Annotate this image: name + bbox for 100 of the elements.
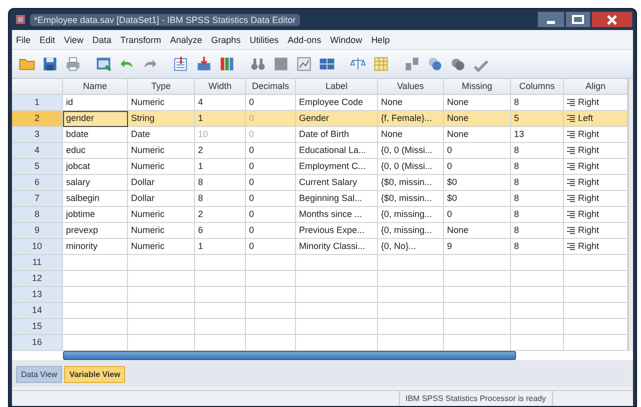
table-cell: Current Salary [296, 175, 378, 191]
row-number[interactable]: 8 [12, 207, 63, 223]
empty-cell [246, 255, 296, 271]
table-cell: None [444, 223, 511, 239]
menu-item[interactable]: Data [92, 34, 112, 44]
empty-cell [246, 319, 296, 335]
row-number[interactable]: 7 [12, 191, 63, 207]
row-number[interactable]: 13 [12, 287, 63, 303]
maximize-button[interactable] [565, 11, 591, 28]
column-header[interactable]: Type [128, 79, 195, 95]
table-cell: 0 [246, 239, 296, 255]
table-cell: {0, missing... [378, 223, 444, 239]
row-number[interactable]: 6 [12, 175, 63, 191]
column-header[interactable]: Values [378, 79, 444, 95]
row-number[interactable]: 1 [12, 95, 63, 111]
empty-cell [511, 255, 564, 271]
menu-item[interactable]: Transform [120, 34, 162, 44]
align-icon [567, 147, 575, 154]
menu-item[interactable]: Analyze [170, 34, 202, 44]
table-cell: {0, 0 (Missi... [378, 159, 444, 175]
corner-cell[interactable] [12, 79, 63, 95]
table-cell: 0 [444, 159, 511, 175]
table-cell: 2 [195, 143, 246, 159]
table-cell: Numeric [128, 207, 195, 223]
row-number[interactable]: 10 [12, 239, 63, 255]
menu-item[interactable]: Help [371, 34, 390, 44]
view-tab[interactable]: Variable View [64, 366, 126, 383]
table-cell-text: Right [578, 208, 600, 221]
row-number[interactable]: 3 [12, 127, 63, 143]
table-cell: 1 [195, 111, 246, 127]
minimize-button[interactable] [537, 11, 565, 28]
menu-item[interactable]: Window [330, 34, 362, 44]
row-number[interactable]: 14 [12, 303, 63, 319]
value-labels-icon[interactable] [403, 55, 421, 73]
align-icon [567, 227, 575, 234]
column-header[interactable]: Width [195, 79, 246, 95]
row-number[interactable]: 9 [12, 223, 63, 239]
align-icon [567, 99, 575, 106]
align-icon [567, 195, 575, 202]
column-header[interactable]: Columns [511, 79, 564, 95]
vertical-scrollbar[interactable] [628, 79, 633, 351]
menu-item[interactable]: Utilities [250, 34, 279, 44]
column-header[interactable]: Align [564, 79, 628, 95]
table-cell: Educational La... [296, 143, 378, 159]
table-cell-text: Right [578, 192, 600, 205]
column-header[interactable]: Missing [444, 79, 511, 95]
table-cell: 8 [511, 239, 564, 255]
empty-cell [128, 255, 195, 271]
table-cell: Date of Birth [296, 127, 378, 143]
go-to-case-icon[interactable] [172, 55, 190, 73]
save-icon[interactable] [41, 55, 59, 73]
menu-item[interactable]: View [64, 34, 84, 44]
table-cell: $0 [444, 191, 511, 207]
close-button[interactable] [591, 11, 633, 28]
empty-cell [511, 287, 564, 303]
table-cell: Numeric [128, 159, 195, 175]
column-header[interactable]: Name [63, 79, 128, 95]
row-number[interactable]: 2 [12, 111, 63, 127]
window-title: *Employee data.sav [DataSet1] - IBM SPSS Statistics Data Editor [30, 14, 300, 26]
view-tab[interactable]: Data View [16, 366, 62, 383]
table-cell: Minority Classi... [296, 239, 378, 255]
dialog-icon[interactable] [95, 55, 113, 73]
table-cell: salary [63, 175, 128, 191]
menu-item[interactable]: File [16, 34, 31, 44]
table-cell: 0 [444, 143, 511, 159]
align-icon [567, 115, 575, 122]
printer-icon[interactable] [64, 55, 82, 73]
row-number[interactable]: 15 [12, 319, 63, 335]
table-cell: 6 [195, 223, 246, 239]
grid-icon[interactable] [272, 55, 290, 73]
table-cell: minority [63, 239, 128, 255]
menu-item[interactable]: Edit [40, 34, 56, 44]
table-cell: 0 [246, 111, 296, 127]
row-number[interactable]: 11 [12, 255, 63, 271]
empty-cell [378, 287, 444, 303]
chart-icon[interactable] [295, 55, 313, 73]
horizontal-scrollbar[interactable] [63, 351, 516, 360]
table-cell: 8 [511, 159, 564, 175]
table-cell: 0 [246, 159, 296, 175]
column-header[interactable]: Label [296, 79, 378, 95]
menu-item[interactable]: Graphs [211, 34, 241, 44]
row-number[interactable]: 4 [12, 143, 63, 159]
table-cell: Numeric [128, 143, 195, 159]
table-icon[interactable] [372, 55, 390, 73]
column-header[interactable]: Decimals [246, 79, 296, 95]
table-cell-text: Right [578, 96, 600, 109]
go-to-variable-icon[interactable] [195, 55, 213, 73]
circles-icon[interactable] [426, 55, 444, 73]
empty-cell [378, 271, 444, 287]
menu-item[interactable]: Add-ons [288, 34, 322, 44]
row-number[interactable]: 5 [12, 159, 63, 175]
table-cell: 1 [195, 159, 246, 175]
row-number[interactable]: 12 [12, 271, 63, 287]
table-cell-text: Right [578, 240, 600, 253]
variables-icon[interactable] [218, 55, 236, 73]
row-number[interactable]: 16 [12, 335, 63, 351]
empty-cell [195, 319, 246, 335]
app-icon [15, 14, 26, 25]
empty-cell [444, 303, 511, 319]
minimize-icon [547, 21, 555, 24]
